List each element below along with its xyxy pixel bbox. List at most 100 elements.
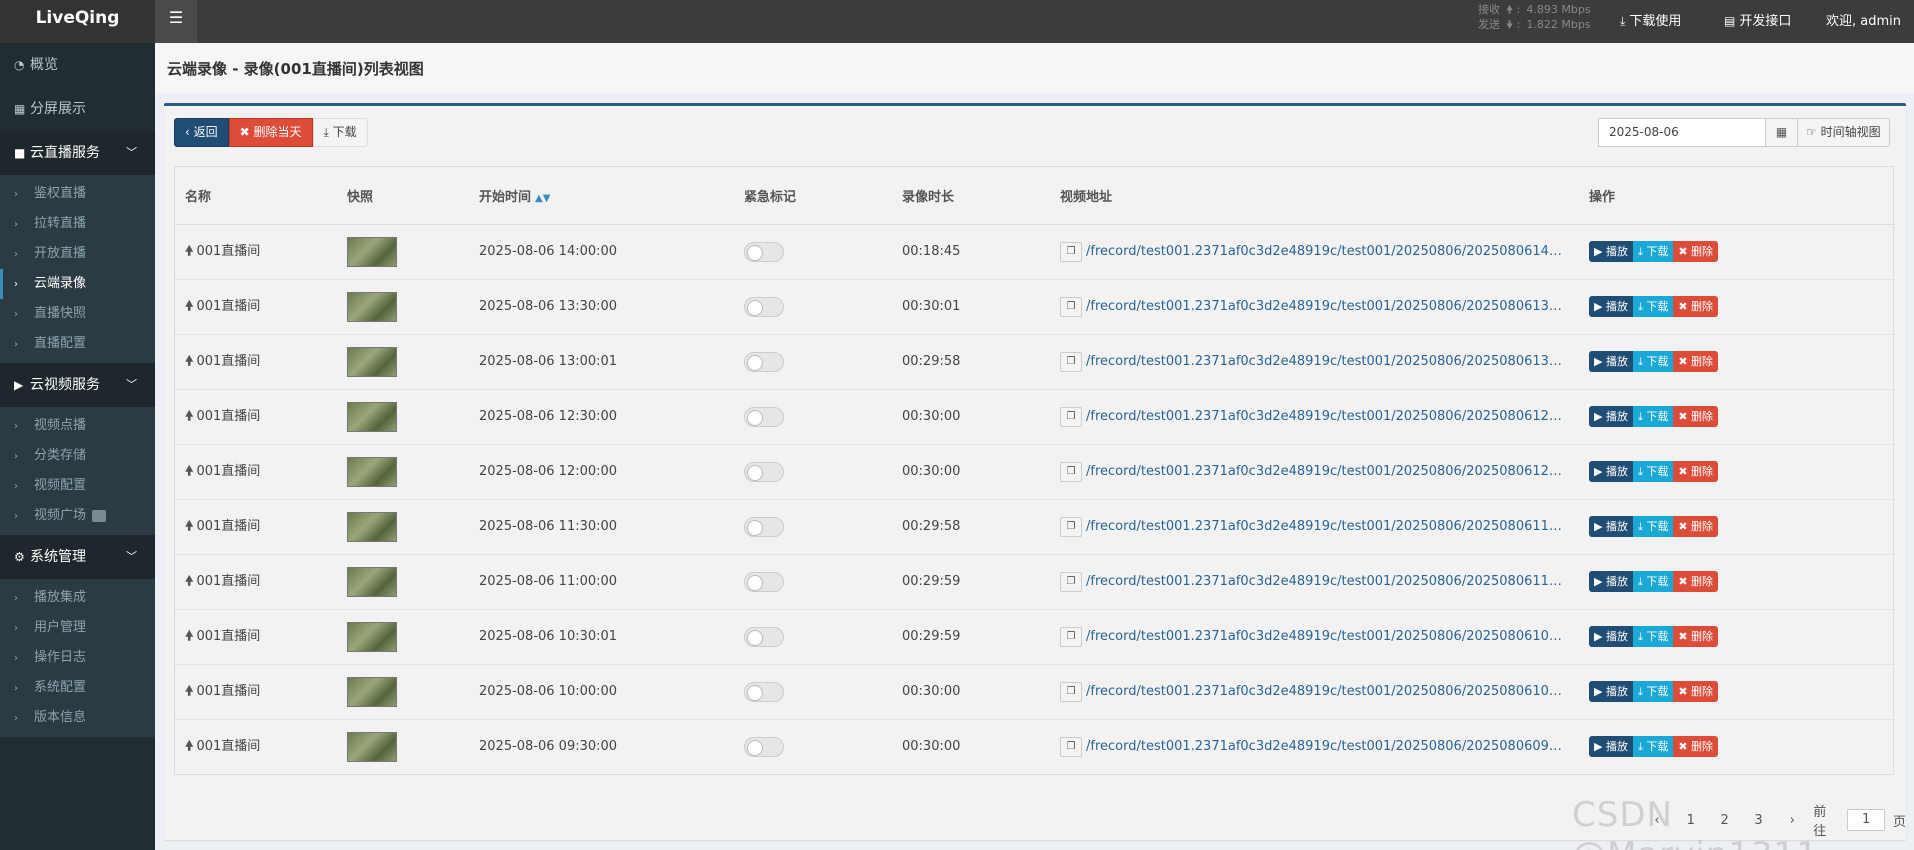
play-button[interactable]: ▶ 播放 xyxy=(1589,681,1633,702)
urgent-toggle[interactable] xyxy=(744,516,784,537)
urgent-toggle[interactable] xyxy=(744,406,784,427)
copy-icon[interactable]: ❐ xyxy=(1060,296,1082,317)
urgent-toggle[interactable] xyxy=(744,626,784,647)
copy-icon[interactable]: ❐ xyxy=(1060,406,1082,427)
copy-icon[interactable]: ❐ xyxy=(1060,571,1082,592)
video-url-link[interactable]: /frecord/test001.2371af0c3d2e48919c/test… xyxy=(1086,409,1566,424)
row-delete-button[interactable]: ✖ 删除 xyxy=(1673,516,1719,537)
dev-api-link[interactable]: ▤ 开发接口 xyxy=(1724,10,1791,29)
sidebar-item-live-config[interactable]: › 直播配置 xyxy=(0,329,155,359)
sidebar-item-vod[interactable]: › 视频点播 xyxy=(0,411,155,441)
sidebar-item-open-live[interactable]: › 开放直播 xyxy=(0,239,155,269)
sidebar-item-live-snapshot[interactable]: › 直播快照 xyxy=(0,299,155,329)
copy-icon[interactable]: ❐ xyxy=(1060,516,1082,537)
snapshot-thumbnail[interactable] xyxy=(347,456,397,487)
back-button[interactable]: ‹ 返回 xyxy=(174,118,229,147)
sidebar-item-video-config[interactable]: › 视频配置 xyxy=(0,471,155,501)
download-button[interactable]: ⤓ 下载 xyxy=(312,118,368,147)
row-delete-button[interactable]: ✖ 删除 xyxy=(1673,296,1719,317)
play-button[interactable]: ▶ 播放 xyxy=(1589,241,1633,262)
row-delete-button[interactable]: ✖ 删除 xyxy=(1673,461,1719,482)
row-download-button[interactable]: ⤓ 下载 xyxy=(1632,626,1674,647)
video-url-link[interactable]: /frecord/test001.2371af0c3d2e48919c/test… xyxy=(1086,354,1566,369)
sidebar-item-auth-live[interactable]: › 鉴权直播 xyxy=(0,179,155,209)
row-download-button[interactable]: ⤓ 下载 xyxy=(1632,241,1674,262)
sidebar-item-cloud-record[interactable]: › 云端录像 xyxy=(0,269,155,299)
download-use-link[interactable]: ⤓ 下载使用 xyxy=(1620,10,1681,29)
video-url-link[interactable]: /frecord/test001.2371af0c3d2e48919c/test… xyxy=(1086,299,1566,314)
sidebar-item-category-storage[interactable]: › 分类存储 xyxy=(0,441,155,471)
hamburger-icon[interactable]: ☰ xyxy=(155,0,197,43)
date-input[interactable]: 2025-08-06 xyxy=(1598,118,1766,147)
row-download-button[interactable]: ⤓ 下载 xyxy=(1632,516,1674,537)
snapshot-thumbnail[interactable] xyxy=(347,621,397,652)
row-delete-button[interactable]: ✖ 删除 xyxy=(1673,626,1719,647)
user-welcome[interactable]: 欢迎, admin xyxy=(1826,10,1901,29)
row-delete-button[interactable]: ✖ 删除 xyxy=(1673,241,1719,262)
urgent-toggle[interactable] xyxy=(744,571,784,592)
play-button[interactable]: ▶ 播放 xyxy=(1589,296,1633,317)
row-download-button[interactable]: ⤓ 下载 xyxy=(1632,681,1674,702)
urgent-toggle[interactable] xyxy=(744,296,784,317)
delete-day-button[interactable]: ✖ 删除当天 xyxy=(228,118,313,147)
play-button[interactable]: ▶ 播放 xyxy=(1589,626,1633,647)
video-url-link[interactable]: /frecord/test001.2371af0c3d2e48919c/test… xyxy=(1086,244,1566,259)
snapshot-thumbnail[interactable] xyxy=(347,511,397,542)
play-button[interactable]: ▶ 播放 xyxy=(1589,736,1633,758)
copy-icon[interactable]: ❐ xyxy=(1060,681,1082,702)
row-delete-button[interactable]: ✖ 删除 xyxy=(1673,351,1719,372)
video-url-link[interactable]: /frecord/test001.2371af0c3d2e48919c/test… xyxy=(1086,629,1566,644)
row-delete-button[interactable]: ✖ 删除 xyxy=(1673,571,1719,592)
play-button[interactable]: ▶ 播放 xyxy=(1589,516,1633,537)
urgent-toggle[interactable] xyxy=(744,241,784,262)
row-download-button[interactable]: ⤓ 下载 xyxy=(1632,571,1674,592)
row-download-button[interactable]: ⤓ 下载 xyxy=(1632,296,1674,317)
sidebar-group-live-service[interactable]: ■ 云直播服务 ﹀ xyxy=(0,131,155,175)
copy-icon[interactable]: ❐ xyxy=(1060,736,1082,757)
urgent-toggle[interactable] xyxy=(744,681,784,702)
snapshot-thumbnail[interactable] xyxy=(347,731,397,762)
app-logo[interactable]: LiveQing xyxy=(0,0,155,43)
sidebar-item-user-management[interactable]: › 用户管理 xyxy=(0,613,155,643)
row-delete-button[interactable]: ✖ 删除 xyxy=(1673,681,1719,702)
copy-icon[interactable]: ❐ xyxy=(1060,351,1082,372)
urgent-toggle[interactable] xyxy=(744,736,784,757)
sidebar-item-play-integration[interactable]: › 播放集成 xyxy=(0,583,155,613)
sidebar-item-overview[interactable]: ◔ 概览 xyxy=(0,43,155,87)
copy-icon[interactable]: ❐ xyxy=(1060,626,1082,647)
play-button[interactable]: ▶ 播放 xyxy=(1589,351,1633,372)
snapshot-thumbnail[interactable] xyxy=(347,346,397,377)
snapshot-thumbnail[interactable] xyxy=(347,291,397,322)
copy-icon[interactable]: ❐ xyxy=(1060,461,1082,482)
urgent-toggle[interactable] xyxy=(744,351,784,372)
play-button[interactable]: ▶ 播放 xyxy=(1589,571,1633,592)
row-download-button[interactable]: ⤓ 下载 xyxy=(1632,351,1674,372)
sidebar-group-system[interactable]: ⚙ 系统管理 ﹀ xyxy=(0,535,155,579)
snapshot-thumbnail[interactable] xyxy=(347,676,397,707)
column-header-start-time[interactable]: 开始时间 ▲▼ xyxy=(469,167,734,225)
row-download-button[interactable]: ⤓ 下载 xyxy=(1632,736,1674,758)
sidebar-group-video-service[interactable]: ▶ 云视频服务 ﹀ xyxy=(0,363,155,407)
timeline-view-button[interactable]: ☞ 时间轴视图 xyxy=(1798,118,1890,147)
play-button[interactable]: ▶ 播放 xyxy=(1589,461,1633,482)
sidebar-item-operation-log[interactable]: › 操作日志 xyxy=(0,643,155,673)
play-button[interactable]: ▶ 播放 xyxy=(1589,406,1633,427)
video-url-link[interactable]: /frecord/test001.2371af0c3d2e48919c/test… xyxy=(1086,739,1566,754)
snapshot-thumbnail[interactable] xyxy=(347,566,397,597)
video-url-link[interactable]: /frecord/test001.2371af0c3d2e48919c/test… xyxy=(1086,464,1566,479)
video-url-link[interactable]: /frecord/test001.2371af0c3d2e48919c/test… xyxy=(1086,574,1566,589)
sidebar-item-video-square[interactable]: › 视频广场 xyxy=(0,501,155,531)
urgent-toggle[interactable] xyxy=(744,461,784,482)
row-delete-button[interactable]: ✖ 删除 xyxy=(1673,736,1719,758)
calendar-icon[interactable]: ▦ xyxy=(1766,118,1798,147)
video-url-link[interactable]: /frecord/test001.2371af0c3d2e48919c/test… xyxy=(1086,684,1566,699)
video-url-link[interactable]: /frecord/test001.2371af0c3d2e48919c/test… xyxy=(1086,519,1566,534)
row-download-button[interactable]: ⤓ 下载 xyxy=(1632,406,1674,427)
sidebar-item-system-config[interactable]: › 系统配置 xyxy=(0,673,155,703)
snapshot-thumbnail[interactable] xyxy=(347,236,397,267)
snapshot-thumbnail[interactable] xyxy=(347,401,397,432)
sidebar-item-version-info[interactable]: › 版本信息 xyxy=(0,703,155,733)
row-download-button[interactable]: ⤓ 下载 xyxy=(1632,461,1674,482)
sidebar-item-pull-live[interactable]: › 拉转直播 xyxy=(0,209,155,239)
sidebar-item-split-screen[interactable]: ▦ 分屏展示 xyxy=(0,87,155,131)
